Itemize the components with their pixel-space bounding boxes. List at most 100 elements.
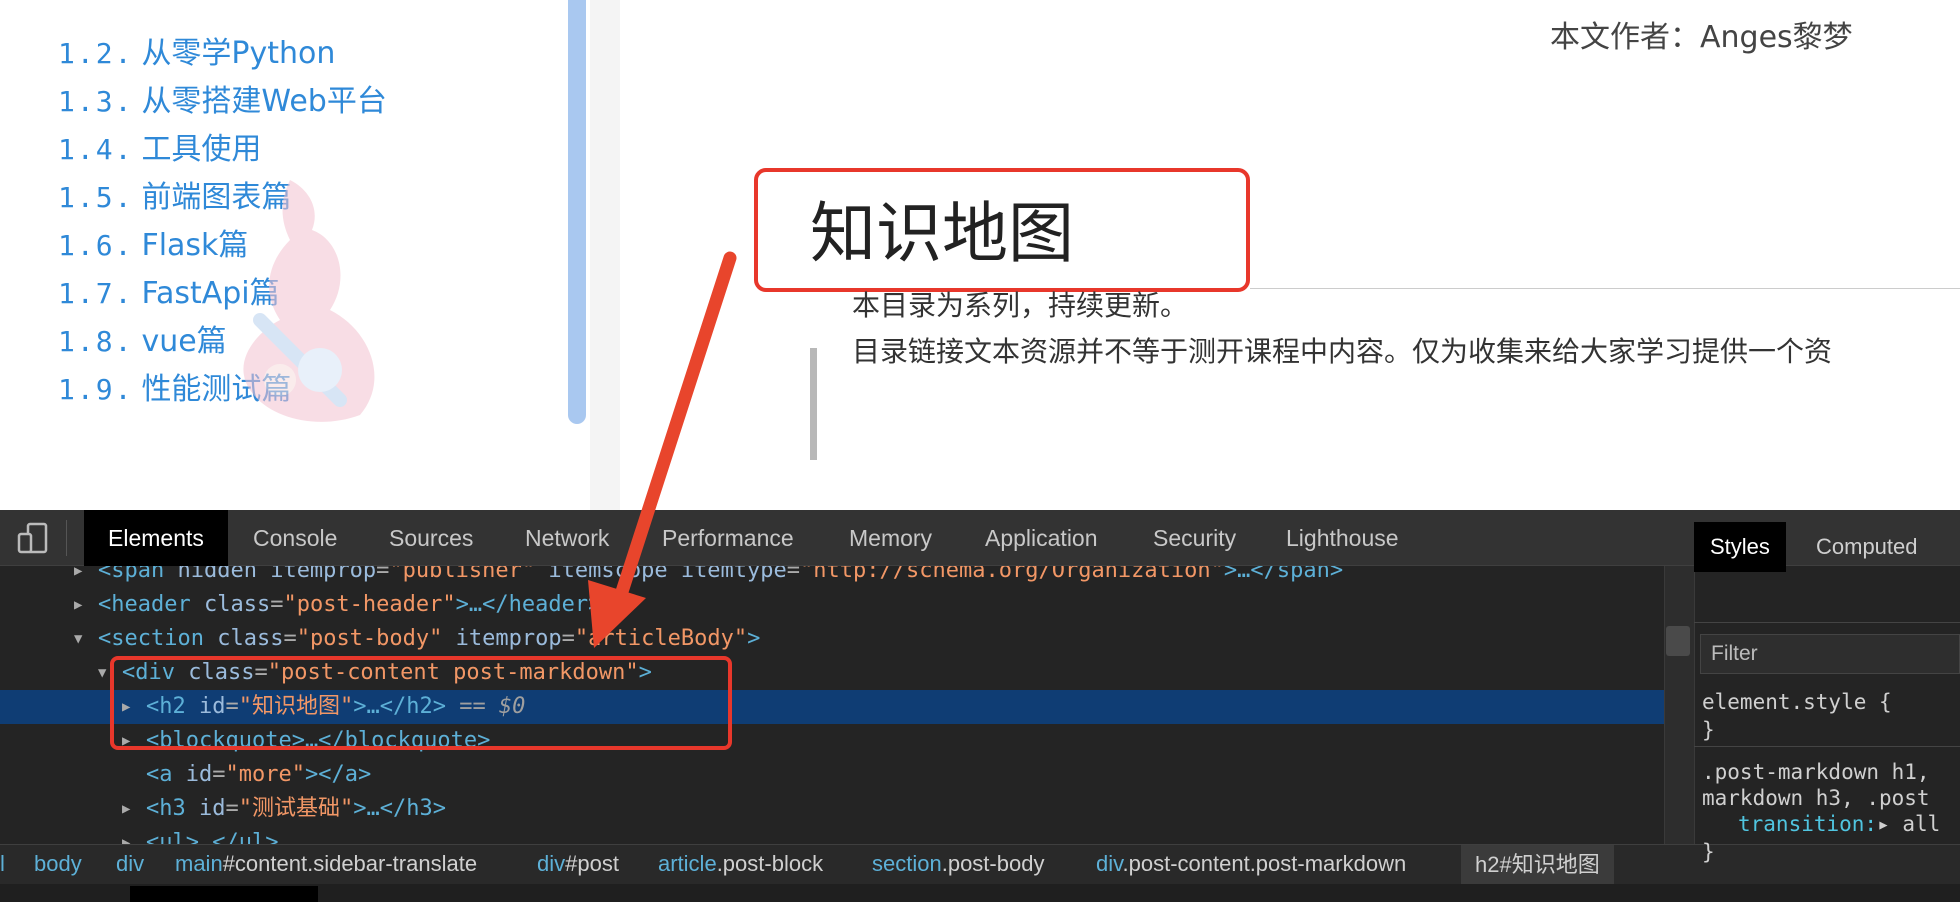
dom-token: >…</h3>	[353, 796, 446, 821]
styles-filter-input[interactable]: Filter	[1700, 634, 1960, 674]
breadcrumb-main[interactable]: main#content.sidebar-translate	[175, 851, 477, 877]
style-value[interactable]: ▸ all	[1877, 812, 1940, 836]
dom-token: "articleBody"	[574, 626, 748, 651]
expand-open-icon[interactable]: ▼	[74, 622, 82, 656]
dom-token: >…</span>	[1223, 566, 1344, 583]
author-line: 本文作者：Anges黎梦	[1550, 20, 1853, 55]
style-selector: .post-markdown h1,	[1702, 760, 1930, 784]
dom-breadcrumbs: l body div main#content.sidebar-translate di…	[0, 844, 1960, 885]
tab-memory[interactable]: Memory	[849, 510, 932, 566]
breadcrumb-selector: #post	[565, 851, 619, 876]
dom-scrollbar-thumb[interactable]	[1666, 626, 1690, 656]
toc-item-label: 从零搭建Web平台	[141, 84, 387, 119]
dom-scrollbar[interactable]	[1664, 566, 1694, 844]
toc-item[interactable]: 1.4. 工具使用	[58, 124, 261, 168]
dom-token: =	[212, 762, 226, 787]
page-heading: 知识地图	[810, 195, 1074, 272]
dom-token: class	[203, 592, 271, 617]
tab-lighthouse[interactable]: Lighthouse	[1286, 510, 1399, 566]
breadcrumb-l[interactable]: l	[0, 851, 5, 877]
breadcrumb-div[interactable]: div.post-content.post-markdown	[1096, 851, 1406, 877]
toc-item-number: 1.5.	[58, 181, 134, 214]
expand-closed-icon[interactable]: ▶	[122, 792, 130, 826]
breadcrumb-tag: section	[872, 851, 942, 876]
breadcrumb-selector: .post-block	[716, 851, 824, 876]
breadcrumb-tag: body	[34, 851, 82, 876]
device-toggle-icon[interactable]	[16, 522, 50, 554]
toc-item-number: 1.7.	[58, 277, 134, 310]
dom-token: =	[786, 566, 801, 583]
style-divider	[1694, 622, 1960, 623]
breadcrumb-tag: div	[116, 851, 145, 876]
devtools-panel: Elements Console Sources Network Performance…	[0, 510, 1960, 902]
dom-node[interactable]: <a id="more"></a>	[0, 758, 1664, 792]
dom-token: itemprop	[442, 626, 562, 651]
breadcrumb-div[interactable]: div	[116, 851, 144, 877]
toc-item[interactable]: 1.2. 从零学Python	[58, 28, 335, 72]
breadcrumb-tag: div	[1096, 851, 1123, 876]
tab-separator	[66, 520, 67, 556]
style-property[interactable]: transition:	[1738, 812, 1877, 836]
toc-item-number: 1.9.	[58, 373, 134, 406]
dom-token: "publisher"	[389, 566, 536, 583]
tab-security[interactable]: Security	[1153, 510, 1236, 566]
style-rule-line: }	[1702, 718, 1715, 742]
breadcrumb-selector: #知识地图	[1499, 852, 1600, 877]
dom-node[interactable]: ▶ <h3 id="测试基础">…</h3>	[0, 792, 1664, 826]
breadcrumb-body[interactable]: body	[34, 851, 82, 877]
tab-network[interactable]: Network	[525, 510, 609, 566]
breadcrumb-selector: .post-body	[941, 851, 1045, 876]
expand-closed-icon[interactable]: ▶	[74, 566, 82, 588]
dom-token: <h3	[146, 796, 199, 821]
breadcrumb-article[interactable]: article.post-block	[658, 851, 823, 877]
selection-annotation-box	[110, 656, 732, 750]
dom-token: =	[561, 626, 575, 651]
toc-item-number: 1.8.	[58, 325, 134, 358]
tab-elements[interactable]: Elements	[84, 510, 228, 566]
dom-node[interactable]: ▶ <span hidden itemprop="publisher" items…	[0, 566, 1664, 588]
expand-open-icon[interactable]: ▼	[98, 656, 106, 690]
dom-token: "post-header"	[283, 592, 456, 617]
breadcrumb-section[interactable]: section.post-body	[872, 851, 1044, 877]
dom-node[interactable]: ▼ <section class="post-body" itemprop="ar…	[0, 622, 1664, 656]
blockquote-bar	[810, 348, 817, 460]
style-selector: markdown h3, .post	[1702, 786, 1930, 810]
toc-item-label: 工具使用	[141, 132, 262, 167]
tab-performance[interactable]: Performance	[662, 510, 794, 566]
toc-scrollbar[interactable]	[568, 0, 586, 424]
dom-token: id	[198, 796, 226, 821]
dom-token: "more"	[225, 762, 305, 787]
dom-node[interactable]: ▶ <header class="post-header">…</header>	[0, 588, 1664, 622]
dom-token: <a	[146, 762, 186, 787]
dom-token: hidden itemprop	[177, 566, 377, 583]
dom-node-code: <ul>…</ul>	[146, 826, 278, 844]
tab-sources[interactable]: Sources	[389, 510, 473, 566]
tab-console[interactable]: Console	[253, 510, 337, 566]
styles-tab-computed[interactable]: Computed	[1816, 522, 1918, 572]
toc-item-label: 从零学Python	[141, 36, 336, 71]
breadcrumb-selector: .post-content.post-markdown	[1122, 851, 1407, 876]
dancer-watermark-image	[243, 180, 375, 422]
style-rule-line: }	[1702, 840, 1715, 864]
styles-tab-styles[interactable]: Styles	[1694, 522, 1786, 572]
toc-item-number: 1.4.	[58, 133, 134, 166]
expand-closed-icon[interactable]: ▶	[74, 588, 82, 622]
dom-token: =	[376, 566, 390, 583]
dom-node[interactable]: ▶ <ul>…</ul>	[0, 826, 1664, 844]
breadcrumb-h2[interactable]: h2#知识地图	[1461, 845, 1614, 885]
dom-token: "测试基础"	[238, 796, 354, 821]
expand-closed-icon[interactable]: ▶	[122, 826, 130, 844]
drawer-tab[interactable]	[130, 886, 318, 902]
tab-application[interactable]: Application	[985, 510, 1098, 566]
dom-token: class	[217, 626, 284, 651]
dom-token: >…</header>	[455, 592, 602, 617]
style-selector: }	[1702, 718, 1715, 742]
blockquote-line: 本目录为系列，持续更新。	[852, 289, 1189, 322]
dom-token: id	[185, 762, 213, 787]
article-content: 本文作者：Anges黎梦 知识地图 本目录为系列，持续更新。 目录链接文本资源并…	[620, 0, 1960, 510]
toc-item-number: 1.2.	[58, 37, 134, 70]
style-divider	[1694, 746, 1960, 747]
toc-item[interactable]: 1.3. 从零搭建Web平台	[58, 76, 387, 120]
breadcrumb-div[interactable]: div#post	[537, 851, 619, 877]
heading-underline	[1250, 288, 1960, 289]
